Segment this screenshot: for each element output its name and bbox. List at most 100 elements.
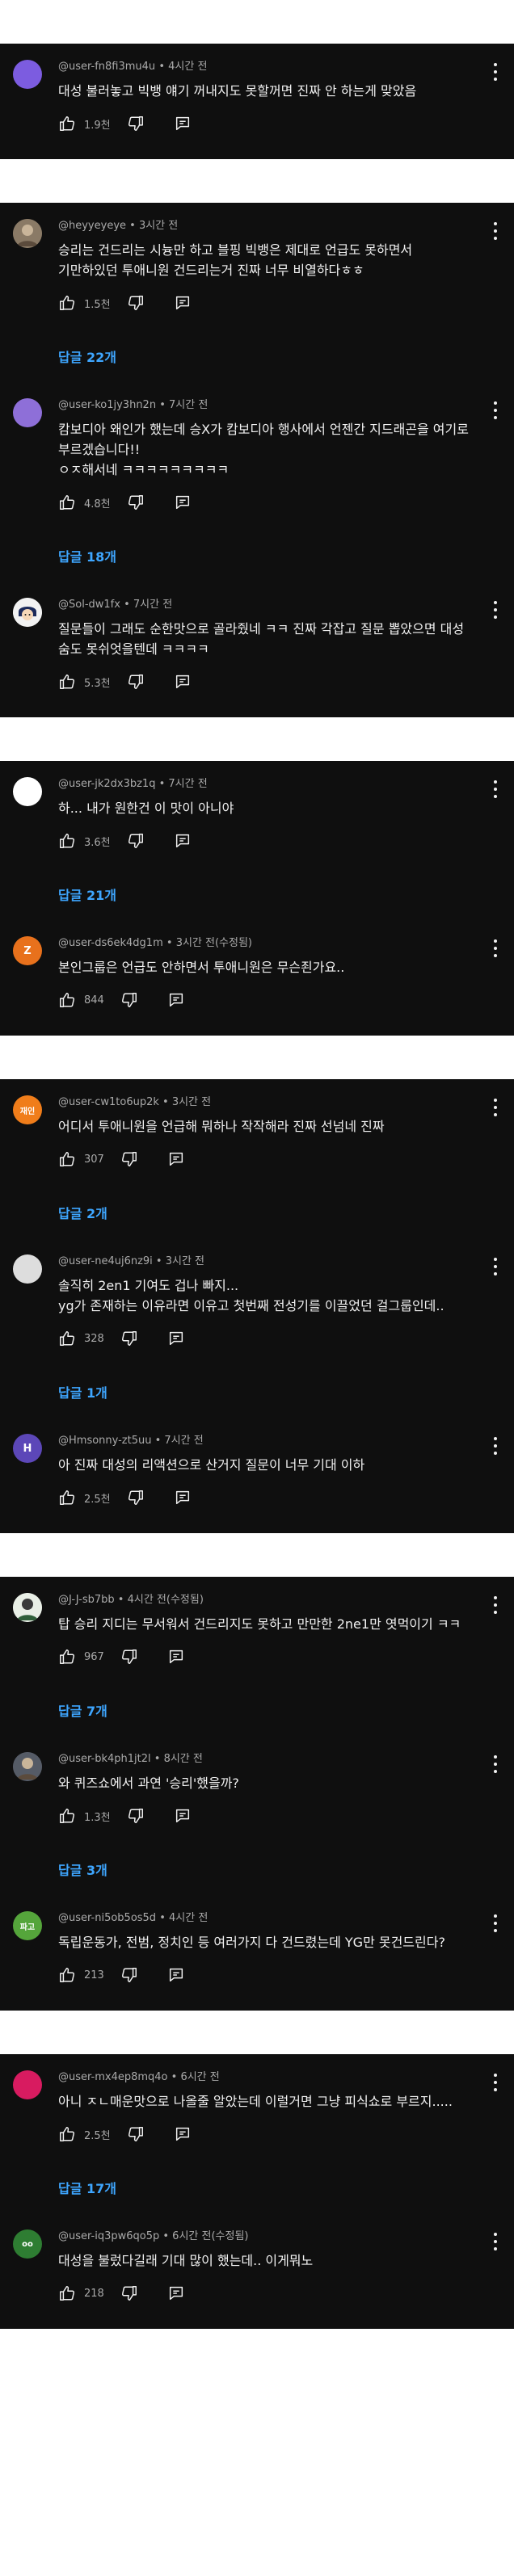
avatar[interactable]: 파고 (13, 1911, 42, 1940)
reply-button[interactable] (174, 115, 192, 132)
more-vert-icon[interactable] (493, 222, 498, 240)
reply-button[interactable] (174, 1807, 192, 1825)
more-vert-icon[interactable] (493, 1914, 498, 1932)
more-vert-icon[interactable] (493, 2074, 498, 2091)
username[interactable]: @user-mx4ep8mq4o (58, 2071, 168, 2083)
username[interactable]: @user-bk4ph1jt2l (58, 1753, 151, 1765)
like-button[interactable] (58, 1489, 76, 1507)
avatar[interactable] (13, 777, 42, 806)
reply-button[interactable] (167, 991, 185, 1009)
avatar[interactable]: H (13, 1434, 42, 1463)
avatar[interactable] (13, 598, 42, 627)
like-button[interactable] (58, 832, 76, 850)
more-vert-icon[interactable] (493, 1437, 498, 1455)
username[interactable]: @J-J-sb7bb (58, 1594, 115, 1606)
more-dot (494, 1258, 497, 1261)
username[interactable]: @Hmsonny-zt5uu (58, 1435, 151, 1447)
username[interactable]: @Sol-dw1fx (58, 599, 120, 611)
reply-button[interactable] (167, 2284, 185, 2302)
timestamp: 4시간 전 (169, 1912, 209, 1924)
reply-button[interactable] (174, 494, 192, 511)
like-button[interactable] (58, 1807, 76, 1825)
dislike-button[interactable] (127, 1807, 145, 1825)
more-vert-icon[interactable] (493, 1258, 498, 1275)
replies-toggle[interactable]: 답글 22개 (58, 347, 116, 366)
dislike-button[interactable] (127, 1489, 145, 1507)
like-count: 218 (84, 2287, 104, 2300)
dislike-button[interactable] (120, 1330, 138, 1347)
username[interactable]: @user-fn8fi3mu4u (58, 61, 155, 73)
avatar[interactable]: 재인 (13, 1095, 42, 1124)
more-vert-icon[interactable] (493, 2233, 498, 2250)
like-button[interactable] (58, 1966, 76, 1984)
username[interactable]: @user-ko1jy3hn2n (58, 399, 156, 411)
replies-toggle[interactable]: 답글 21개 (58, 885, 116, 904)
reply-button[interactable] (174, 1489, 192, 1507)
like-button[interactable] (58, 2284, 76, 2302)
dislike-button[interactable] (120, 991, 138, 1009)
like-button[interactable] (58, 115, 76, 132)
dislike-button[interactable] (127, 832, 145, 850)
more-vert-icon[interactable] (493, 939, 498, 957)
like-button[interactable] (58, 673, 76, 691)
comment-item: oo @user-iq3pw6qo5p • 6시간 전(수정됨) 대성을 불렀다길래… (0, 2213, 514, 2309)
reply-button[interactable] (167, 1330, 185, 1347)
like-button[interactable] (58, 494, 76, 511)
replies-toggle[interactable]: 답글 7개 (58, 1700, 107, 1720)
reply-button[interactable] (174, 294, 192, 312)
avatar[interactable] (13, 2070, 42, 2099)
like-button[interactable] (58, 1150, 76, 1168)
reply-button[interactable] (174, 2125, 192, 2143)
username[interactable]: @user-ni5ob5os5d (58, 1912, 156, 1924)
username[interactable]: @heyyeyeye (58, 220, 126, 232)
more-vert-icon[interactable] (493, 401, 498, 419)
avatar[interactable]: oo (13, 2229, 42, 2259)
avatar[interactable]: Z (13, 936, 42, 965)
username[interactable]: @user-ne4uj6nz9i (58, 1255, 153, 1267)
username[interactable]: @user-ds6ek4dg1m (58, 937, 163, 949)
dislike-button[interactable] (120, 1648, 138, 1666)
more-vert-icon[interactable] (493, 1099, 498, 1116)
more-vert-icon[interactable] (493, 780, 498, 798)
replies-toggle[interactable]: 답글 17개 (58, 2178, 116, 2197)
dislike-button[interactable] (127, 494, 145, 511)
more-vert-icon[interactable] (493, 63, 498, 81)
dislike-button[interactable] (127, 673, 145, 691)
avatar[interactable] (13, 1752, 42, 1781)
like-button[interactable] (58, 2125, 76, 2143)
dislike-button[interactable] (120, 2284, 138, 2302)
avatar[interactable] (13, 60, 42, 89)
like-button[interactable] (58, 1330, 76, 1347)
dislike-button[interactable] (127, 115, 145, 132)
more-vert-icon[interactable] (493, 1755, 498, 1773)
like-button[interactable] (58, 1648, 76, 1666)
more-vert-icon[interactable] (493, 601, 498, 619)
reply-button[interactable] (167, 1648, 185, 1666)
avatar[interactable] (13, 398, 42, 427)
replies-toggle[interactable]: 답글 1개 (58, 1382, 107, 1401)
reply-button[interactable] (174, 673, 192, 691)
username[interactable]: @user-jk2dx3bz1q (58, 778, 155, 790)
more-dot (494, 1596, 497, 1599)
reply-button[interactable] (167, 1150, 185, 1168)
username[interactable]: @user-cw1to6up2k (58, 1096, 159, 1108)
like-button[interactable] (58, 991, 76, 1009)
dislike-button[interactable] (120, 1966, 138, 1984)
replies-toggle[interactable]: 답글 2개 (58, 1203, 107, 1222)
reply-button[interactable] (167, 1966, 185, 1984)
more-dot (494, 1611, 497, 1614)
avatar[interactable] (13, 1254, 42, 1284)
reply-button[interactable] (174, 832, 192, 850)
avatar[interactable] (13, 1593, 42, 1622)
comment-meta: @user-ko1jy3hn2n • 7시간 전 (58, 398, 469, 413)
dislike-button[interactable] (120, 1150, 138, 1168)
username[interactable]: @user-iq3pw6qo5p (58, 2230, 159, 2242)
avatar-letter: Z (23, 944, 32, 957)
like-button[interactable] (58, 294, 76, 312)
avatar[interactable] (13, 219, 42, 248)
replies-toggle[interactable]: 답글 18개 (58, 546, 116, 565)
dislike-button[interactable] (127, 2125, 145, 2143)
dislike-button[interactable] (127, 294, 145, 312)
more-vert-icon[interactable] (493, 1596, 498, 1614)
replies-toggle[interactable]: 답글 3개 (58, 1860, 107, 1879)
